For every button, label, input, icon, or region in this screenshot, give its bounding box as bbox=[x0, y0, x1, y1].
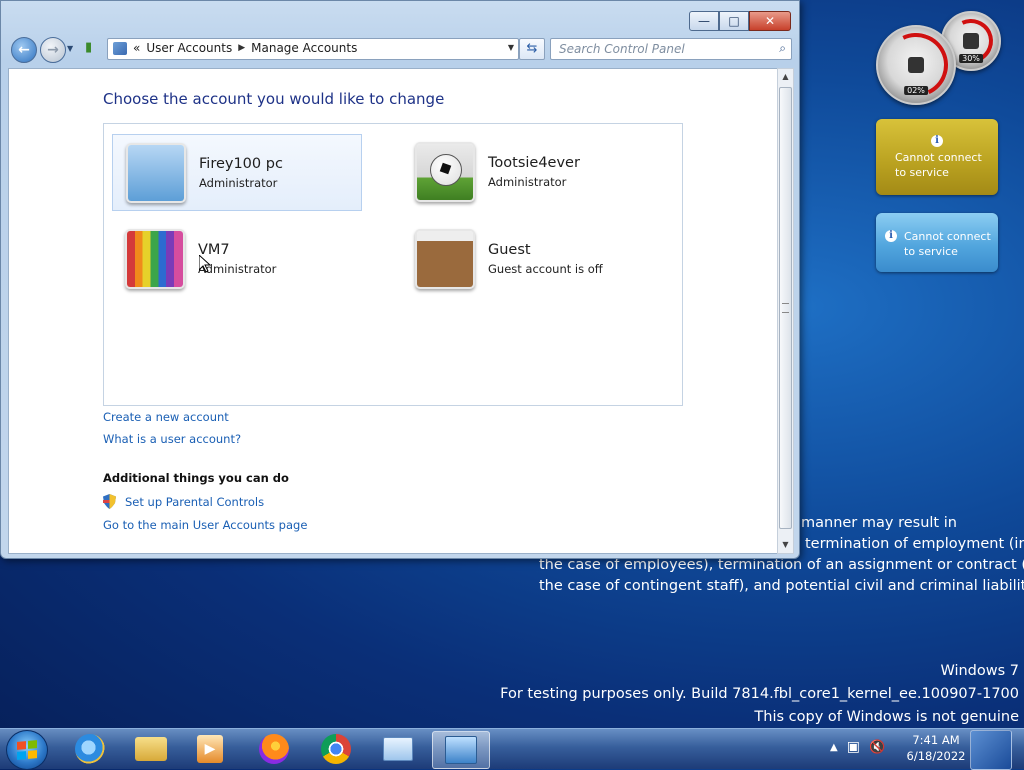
windows-watermark: Windows 7 For testing purposes only. Bui… bbox=[500, 660, 1019, 729]
taskbar-internet-explorer[interactable] bbox=[62, 731, 118, 767]
memory-chip-icon bbox=[963, 33, 979, 49]
maximize-button[interactable]: □ bbox=[719, 11, 749, 31]
avatar bbox=[415, 229, 475, 289]
refresh-icon: ⇆ bbox=[526, 41, 538, 56]
chevron-right-icon[interactable]: ▶ bbox=[238, 43, 245, 53]
info-icon: i bbox=[931, 135, 943, 147]
watermark-line: For testing purposes only. Build 7814.fb… bbox=[500, 686, 1019, 702]
taskbar-file-explorer[interactable] bbox=[123, 731, 179, 767]
suitcase-icon bbox=[417, 231, 473, 287]
main-user-accounts-link[interactable]: Go to the main User Accounts page bbox=[103, 518, 307, 532]
soccer-ball-icon bbox=[417, 144, 473, 200]
roller-coaster-icon bbox=[128, 145, 184, 201]
start-button[interactable] bbox=[6, 730, 48, 770]
control-panel-icon bbox=[113, 41, 127, 55]
breadcrumb: « User Accounts ▶ Manage Accounts bbox=[113, 41, 357, 55]
page-title: Choose the account you would like to cha… bbox=[103, 90, 445, 108]
account-tile-guest[interactable]: Guest Guest account is off bbox=[402, 221, 650, 296]
forward-button[interactable]: → bbox=[40, 37, 66, 63]
mouse-cursor-icon bbox=[199, 255, 211, 273]
grip-icon bbox=[782, 303, 789, 313]
control-panel-icon bbox=[445, 736, 477, 764]
memory-percent: 30% bbox=[959, 54, 983, 63]
avatar bbox=[125, 229, 185, 289]
show-hidden-icons-arrow-icon[interactable]: ▲ bbox=[830, 742, 838, 753]
taskbar: ▶ ▲ ▣ 🔇 7:41 AM 6/18/2022 bbox=[0, 728, 1024, 770]
search-icon[interactable]: ⌕ bbox=[779, 41, 786, 56]
currency-gadget[interactable]: i Cannot connect to service bbox=[876, 213, 998, 272]
what-is-user-account-link[interactable]: What is a user account? bbox=[103, 432, 241, 446]
weather-gadget-message: Cannot connect to service bbox=[895, 151, 982, 179]
system-tray: ▲ ▣ 🔇 bbox=[830, 739, 885, 755]
internet-explorer-icon bbox=[75, 734, 105, 764]
taskbar-media-player[interactable]: ▶ bbox=[182, 731, 238, 767]
info-icon: i bbox=[885, 230, 897, 242]
media-player-icon: ▶ bbox=[197, 735, 223, 763]
account-tile-firey100-pc[interactable]: Firey100 pc Administrator bbox=[112, 134, 362, 211]
account-name: Tootsie4ever bbox=[488, 155, 580, 171]
taskbar-chrome[interactable] bbox=[308, 731, 364, 767]
clock[interactable]: 7:41 AM 6/18/2022 bbox=[900, 732, 972, 764]
account-role: Administrator bbox=[199, 176, 278, 190]
search-box[interactable]: ⌕ bbox=[550, 38, 792, 60]
vertical-scrollbar[interactable]: ▲ ▼ bbox=[777, 68, 794, 554]
back-button[interactable]: ← bbox=[11, 37, 37, 63]
account-list: Firey100 pc Administrator Tootsie4ever A… bbox=[103, 123, 683, 406]
breadcrumb-item[interactable]: Manage Accounts bbox=[251, 41, 357, 55]
action-center-thumbnail[interactable] bbox=[970, 730, 1012, 770]
arrow-left-icon: ← bbox=[18, 42, 30, 58]
watermark-line: This copy of Windows is not genuine bbox=[754, 709, 1019, 725]
close-button[interactable]: ✕ bbox=[749, 11, 791, 31]
chrome-icon bbox=[321, 734, 351, 764]
crayons-icon bbox=[127, 231, 183, 287]
parental-controls-link[interactable]: Set up Parental Controls bbox=[125, 495, 264, 509]
additional-things-heading: Additional things you can do bbox=[103, 471, 289, 485]
create-account-link[interactable]: Create a new account bbox=[103, 410, 229, 424]
arrow-right-icon: → bbox=[47, 42, 59, 58]
account-name: Guest bbox=[488, 242, 531, 258]
avatar bbox=[415, 142, 475, 202]
breadcrumb-item[interactable]: User Accounts bbox=[146, 41, 232, 55]
currency-gadget-message: Cannot connect to service bbox=[904, 230, 991, 258]
watermark-line: Windows 7 bbox=[940, 663, 1019, 679]
volume-muted-icon[interactable]: 🔇 bbox=[869, 740, 885, 755]
taskbar-control-panel[interactable] bbox=[432, 731, 490, 769]
cpu-percent: 02% bbox=[904, 86, 928, 95]
folder-icon bbox=[135, 737, 167, 761]
main-content: Choose the account you would like to cha… bbox=[8, 68, 779, 554]
breadcrumb-overflow[interactable]: « bbox=[133, 41, 140, 55]
legal-line: the case of contingent staff), and poten… bbox=[539, 578, 1024, 594]
taskbar-firefox[interactable] bbox=[246, 731, 302, 767]
ball-shape bbox=[430, 154, 462, 186]
search-input[interactable] bbox=[557, 41, 761, 57]
weather-gadget[interactable]: i Cannot connect to service bbox=[876, 119, 998, 195]
account-role: Guest account is off bbox=[488, 262, 603, 276]
taskbar-user-card[interactable] bbox=[370, 731, 426, 767]
account-tile-tootsie4ever[interactable]: Tootsie4ever Administrator bbox=[402, 134, 650, 209]
minimize-button[interactable]: — bbox=[689, 11, 719, 31]
shield-icon bbox=[103, 494, 116, 509]
scrollbar-thumb[interactable] bbox=[779, 87, 792, 529]
clock-time: 7:41 AM bbox=[912, 733, 960, 747]
refresh-button[interactable]: ⇆ bbox=[519, 38, 545, 60]
chevron-down-icon[interactable]: ▼ bbox=[508, 43, 514, 52]
caption-buttons: — □ ✕ bbox=[689, 11, 791, 31]
address-bar[interactable]: « User Accounts ▶ Manage Accounts ▼ bbox=[107, 38, 519, 60]
scroll-down-arrow-icon[interactable]: ▼ bbox=[778, 537, 793, 553]
account-name: Firey100 pc bbox=[199, 156, 283, 172]
cpu-gauge-gadget[interactable]: 02% bbox=[874, 23, 958, 107]
account-tile-vm7[interactable]: VM7 Administrator bbox=[112, 221, 360, 296]
cpu-chip-icon bbox=[908, 57, 924, 73]
network-icon[interactable]: ▣ bbox=[847, 739, 860, 755]
scroll-up-arrow-icon[interactable]: ▲ bbox=[778, 69, 793, 85]
control-panel-window: — □ ✕ ← → ▼ ▮ « User Accounts ▶ Manage A… bbox=[0, 0, 800, 559]
firefox-icon bbox=[259, 734, 289, 764]
recent-pages-dropdown[interactable]: ▼ bbox=[67, 44, 73, 53]
recent-locations-icon[interactable]: ▮ bbox=[85, 40, 101, 58]
avatar bbox=[126, 143, 186, 203]
user-card-icon bbox=[383, 737, 413, 761]
clock-date: 6/18/2022 bbox=[906, 749, 966, 763]
windows-logo-icon bbox=[17, 740, 37, 760]
account-role: Administrator bbox=[488, 175, 567, 189]
